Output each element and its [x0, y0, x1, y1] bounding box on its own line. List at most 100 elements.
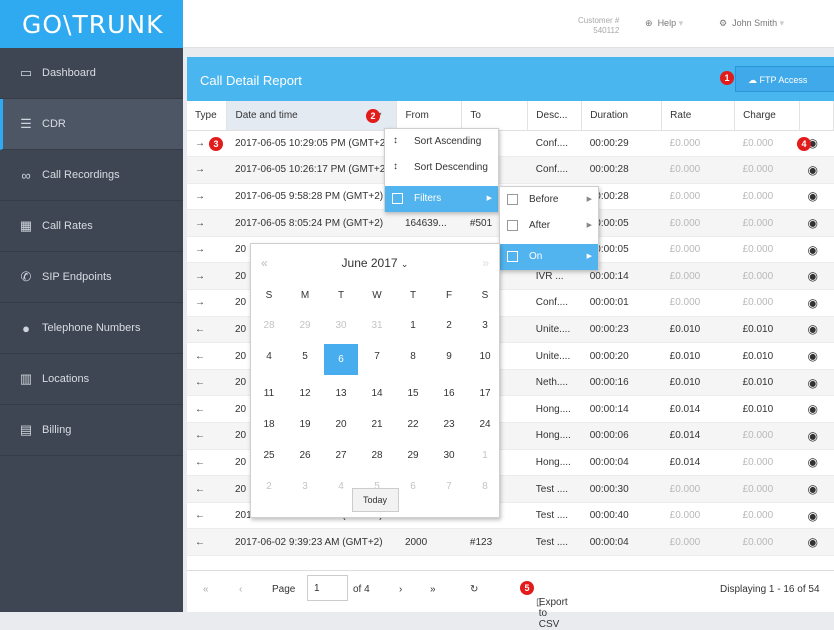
view-eye-icon[interactable]: ◉ [808, 376, 818, 390]
column-header-to[interactable]: To [461, 101, 529, 131]
view-eye-icon[interactable]: ◉ [808, 509, 818, 523]
after-item[interactable]: After ▶ [500, 213, 598, 239]
calendar-day[interactable]: 21 [359, 409, 395, 440]
page-input[interactable]: 1 [307, 575, 348, 601]
calendar-day[interactable]: 30 [431, 440, 467, 471]
column-header-desc-[interactable]: Desc... [527, 101, 583, 131]
calendar-day[interactable]: 18 [251, 409, 287, 440]
table-row[interactable]: ← 2017-06-02 9:39:23 AM (GMT+2) 2000 #123 Te… [187, 528, 834, 556]
calendar-day[interactable]: 28 [251, 310, 287, 341]
sort-ascending-item[interactable]: ↕ Sort Ascending [385, 129, 498, 155]
calendar-day[interactable]: 30 [323, 310, 359, 341]
next-month-icon[interactable]: » [482, 256, 489, 270]
next-page-icon[interactable]: › [399, 584, 402, 595]
after-checkbox[interactable] [507, 220, 518, 231]
sidebar-item-call-rates[interactable]: ▦ Call Rates [0, 201, 183, 252]
prev-page-icon[interactable]: ‹ [239, 584, 242, 595]
view-eye-icon[interactable]: ◉ [808, 216, 818, 230]
calendar-day[interactable]: 25 [251, 440, 287, 471]
last-page-icon[interactable]: » [430, 584, 436, 595]
cell-dur: 00:00:01 [581, 289, 662, 317]
calendar-day[interactable]: 9 [431, 341, 467, 372]
calendar-day[interactable]: 6 [395, 471, 431, 502]
calendar-day[interactable]: 3 [467, 310, 503, 341]
calendar-day[interactable]: 14 [359, 378, 395, 409]
column-header-charge[interactable]: Charge [734, 101, 800, 131]
view-eye-icon[interactable]: ◉ [808, 269, 818, 283]
calendar-day[interactable]: 16 [431, 378, 467, 409]
calendar-day[interactable]: 10 [467, 341, 503, 372]
month-title[interactable]: June 2017 [342, 256, 398, 270]
calendar-day[interactable]: 13 [323, 378, 359, 409]
cell-date: 2017-06-05 10:26:17 PM (GMT+2) [226, 156, 397, 184]
calendar-day[interactable]: 31 [359, 310, 395, 341]
today-button[interactable]: Today [352, 488, 399, 512]
calendar-day[interactable]: 26 [287, 440, 323, 471]
calendar-day[interactable]: 20 [323, 409, 359, 440]
calendar-day[interactable]: 5 [287, 341, 323, 372]
sidebar-item-call-recordings[interactable]: ∞ Call Recordings [0, 150, 183, 201]
help-menu[interactable]: ⊕ Help ▾ [645, 18, 683, 29]
view-eye-icon[interactable]: ◉ [808, 455, 818, 469]
calendar-day[interactable]: 8 [467, 471, 503, 502]
calendar-day[interactable]: 2 [251, 471, 287, 502]
column-header-duration[interactable]: Duration [581, 101, 663, 131]
calendar-day[interactable]: 7 [431, 471, 467, 502]
table-row[interactable]: → 2017-06-05 10:29:05 PM (GMT+2) Conf.... 0… [187, 130, 834, 158]
calendar-day[interactable]: 1 [467, 440, 503, 471]
view-eye-icon[interactable]: ◉ [808, 322, 818, 336]
calendar-day[interactable]: 29 [287, 310, 323, 341]
calendar-day[interactable]: 29 [395, 440, 431, 471]
calendar-day[interactable]: 6 [324, 344, 358, 375]
view-eye-icon[interactable]: ◉ [808, 402, 818, 416]
sidebar-item-billing[interactable]: ▤ Billing [0, 405, 183, 456]
cell-type: → [187, 289, 227, 317]
on-checkbox[interactable] [507, 251, 518, 262]
view-eye-icon[interactable]: ◉ [808, 296, 818, 310]
view-eye-icon[interactable]: ◉ [808, 243, 818, 257]
calendar-day[interactable]: 17 [467, 378, 503, 409]
calendar-day[interactable]: 7 [359, 341, 395, 372]
calendar-day[interactable]: 4 [251, 341, 287, 372]
column-header-rate[interactable]: Rate [661, 101, 736, 131]
prev-month-icon[interactable]: « [261, 256, 268, 270]
column-header-type[interactable]: Type [187, 101, 228, 131]
refresh-icon[interactable]: ↻ [470, 584, 478, 595]
sidebar-item-locations[interactable]: ▥ Locations [0, 354, 183, 405]
on-item[interactable]: On ▶ [500, 244, 598, 270]
calendar-day[interactable]: 12 [287, 378, 323, 409]
first-page-icon[interactable]: « [203, 584, 209, 595]
export-csv-button[interactable]: ▯ Export to CSV [536, 584, 568, 630]
ftp-access-button[interactable]: ☁ FTP Access [735, 66, 834, 92]
view-eye-icon[interactable]: ◉ [808, 163, 818, 177]
calendar-day[interactable]: 27 [323, 440, 359, 471]
filters-checkbox[interactable] [392, 193, 403, 204]
calendar-day[interactable]: 2 [431, 310, 467, 341]
calendar-day[interactable]: 28 [359, 440, 395, 471]
column-header-from[interactable]: From [396, 101, 463, 131]
view-eye-icon[interactable]: ◉ [808, 189, 818, 203]
calendar-day[interactable]: 3 [287, 471, 323, 502]
calendar-day[interactable]: 15 [395, 378, 431, 409]
view-eye-icon[interactable]: ◉ [808, 535, 818, 549]
calendar-day[interactable]: 11 [251, 378, 287, 409]
view-eye-icon[interactable]: ◉ [808, 429, 818, 443]
calendar-day[interactable]: 24 [467, 409, 503, 440]
filters-item[interactable]: Filters ▶ [385, 186, 498, 212]
calendar-day[interactable]: 8 [395, 341, 431, 372]
before-item[interactable]: Before ▶ [500, 187, 598, 213]
sidebar-item-dashboard[interactable]: ▭ Dashboard [0, 48, 183, 99]
sidebar-item-telephone-numbers[interactable]: ● Telephone Numbers [0, 303, 183, 354]
sidebar-item-cdr[interactable]: ☰ CDR [0, 99, 183, 150]
sidebar-item-sip-endpoints[interactable]: ✆ SIP Endpoints [0, 252, 183, 303]
view-eye-icon[interactable]: ◉ [808, 482, 818, 496]
table-row[interactable]: → 2017-06-05 10:26:17 PM (GMT+2) Conf.... 0… [187, 156, 834, 184]
sort-descending-item[interactable]: ↕ Sort Descending [385, 155, 498, 181]
user-menu[interactable]: ⚙ John Smith ▾ [719, 18, 784, 29]
calendar-day[interactable]: 23 [431, 409, 467, 440]
view-eye-icon[interactable]: ◉ [808, 349, 818, 363]
calendar-day[interactable]: 22 [395, 409, 431, 440]
before-checkbox[interactable] [507, 194, 518, 205]
calendar-day[interactable]: 19 [287, 409, 323, 440]
calendar-day[interactable]: 1 [395, 310, 431, 341]
